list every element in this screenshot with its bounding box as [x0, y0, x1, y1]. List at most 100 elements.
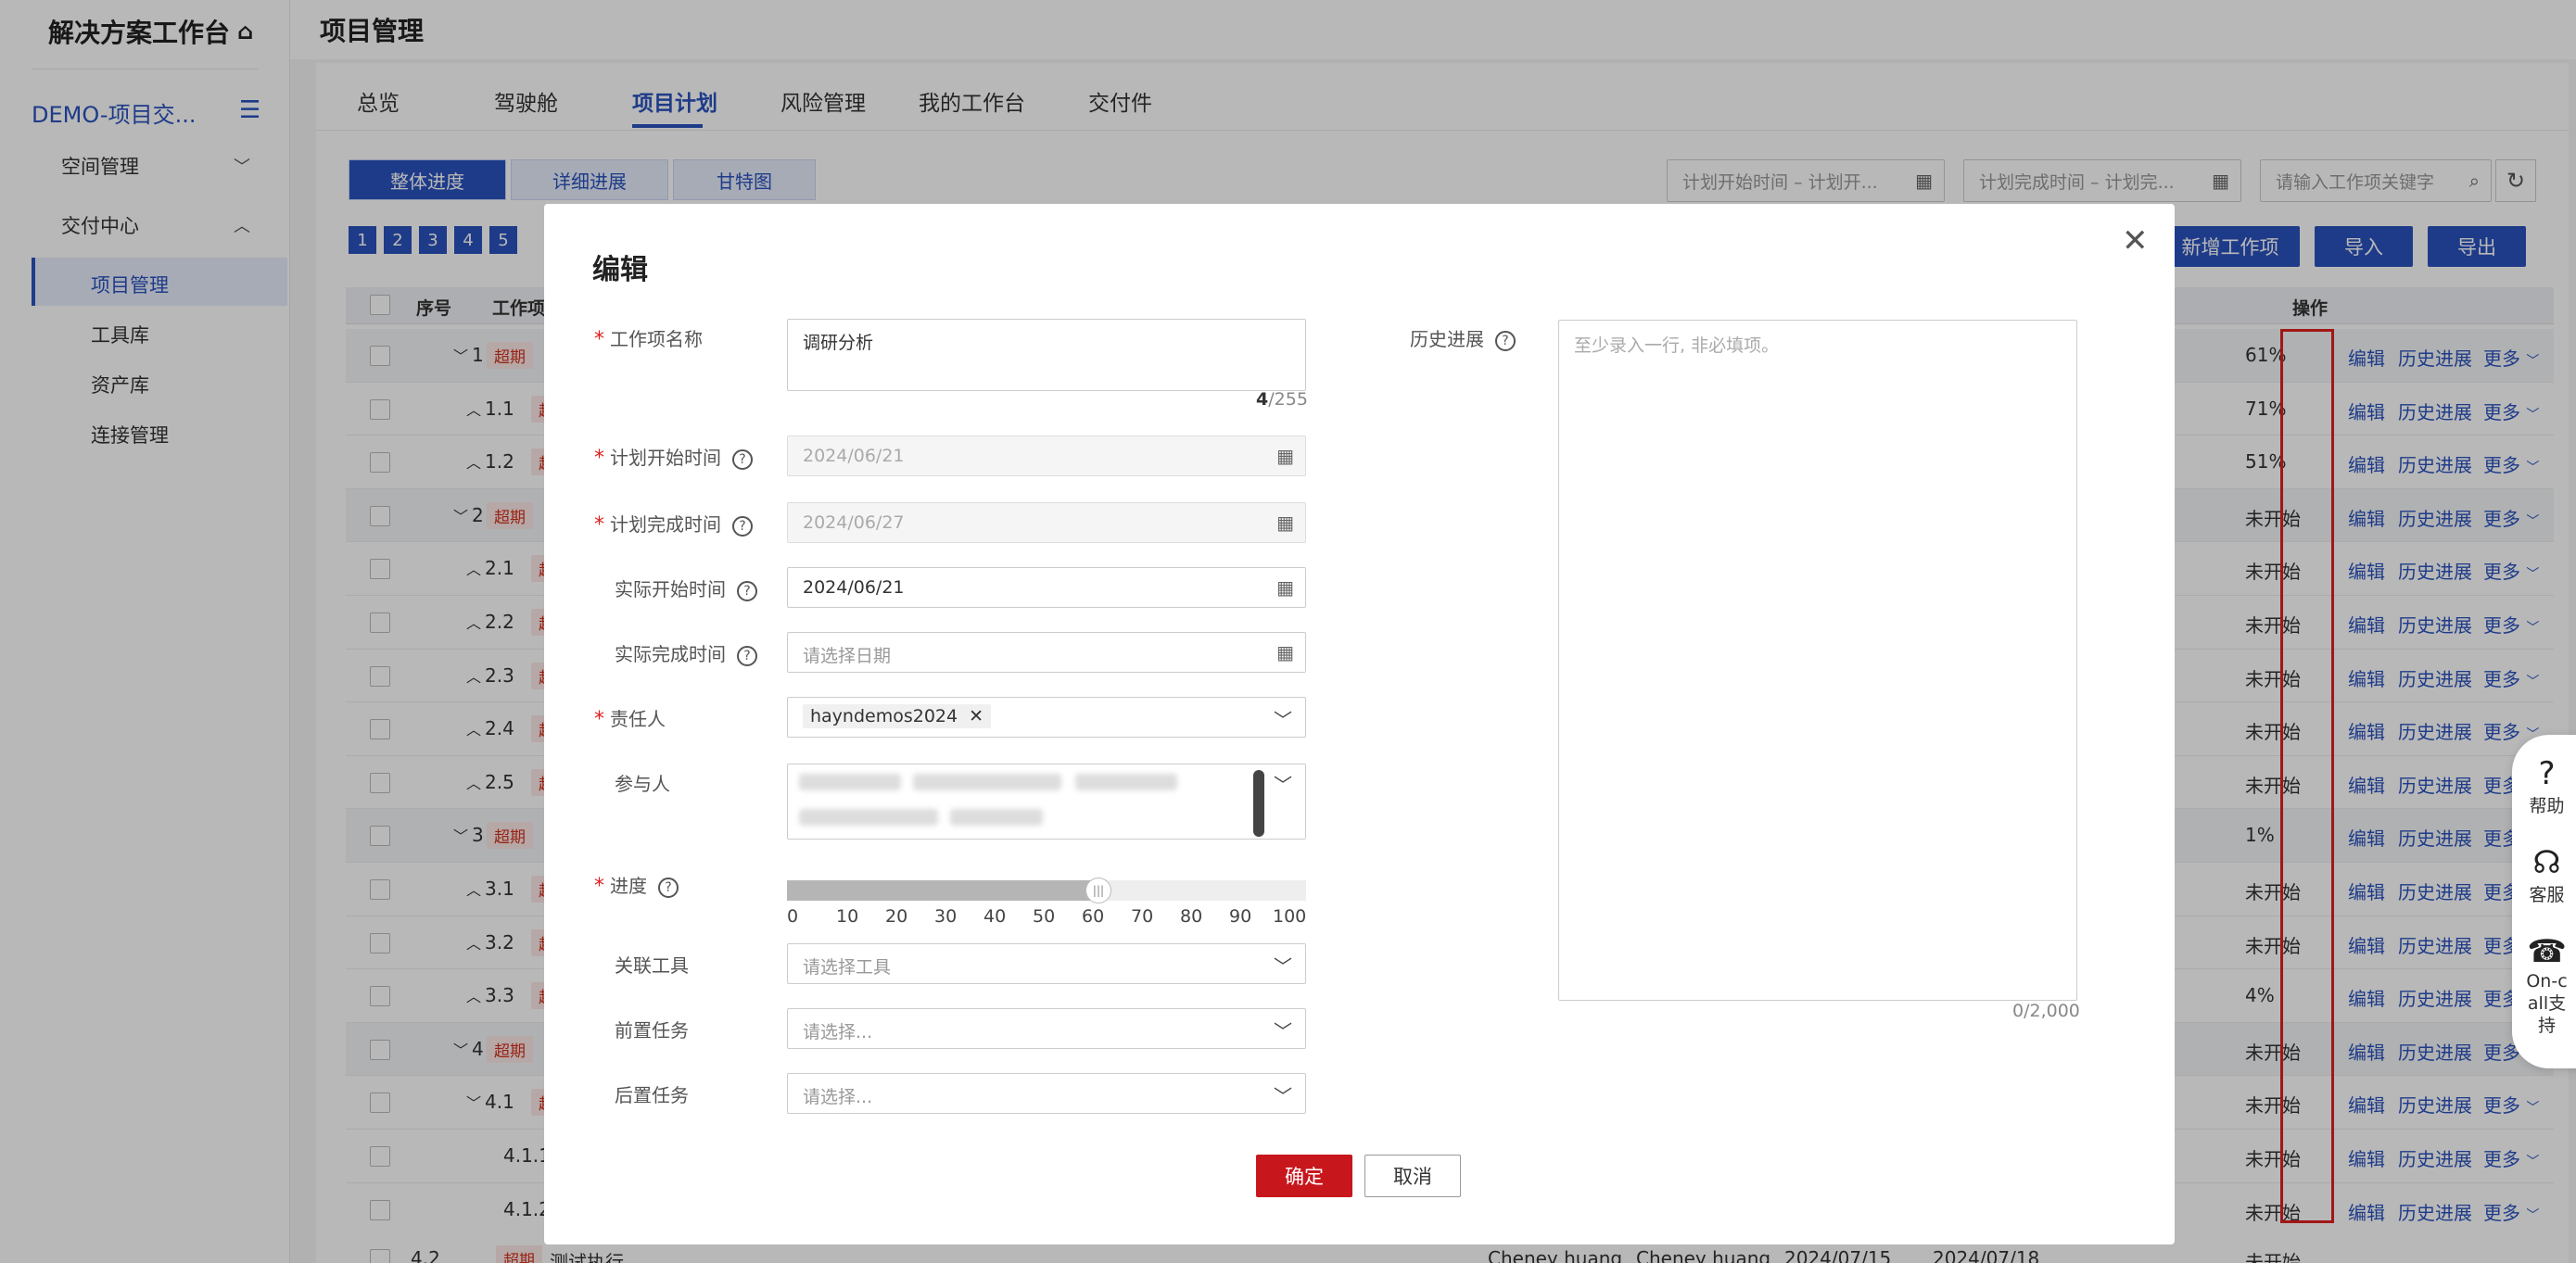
name-counter: 4/255	[1256, 389, 1308, 410]
calendar-icon: ▦	[1276, 445, 1294, 467]
pre-task-placeholder: 请选择...	[803, 1022, 873, 1042]
floating-help-panel: ? 帮助 ☊ 客服 ☎ On-call支持	[2512, 735, 2576, 1068]
tool-placeholder: 请选择工具	[803, 957, 892, 978]
owner-chip: hayndemos2024 ✕	[803, 704, 992, 728]
participant-chip	[1075, 774, 1177, 790]
service-button[interactable]: ☊ 客服	[2512, 844, 2576, 906]
owner-select[interactable]: hayndemos2024 ✕ ﹀	[787, 697, 1306, 738]
chevron-down-icon[interactable]: ﹀	[1274, 952, 1292, 979]
progress-tick: 80	[1180, 906, 1203, 927]
plan-start-input: 2024/06/21 ▦	[787, 436, 1306, 476]
progress-tick: 60	[1082, 906, 1105, 927]
question-icon: ?	[2538, 755, 2556, 792]
oncall-button[interactable]: ☎ On-call支持	[2512, 933, 2576, 1037]
required-mark: *	[594, 708, 604, 731]
help-icon[interactable]: ?	[737, 645, 757, 666]
plan-start-label: * 计划开始时间?	[594, 443, 753, 470]
name-input-value: 调研分析	[803, 333, 874, 353]
progress-fill	[787, 880, 1098, 901]
progress-tick: 90	[1229, 906, 1252, 927]
service-label: 客服	[2529, 885, 2565, 905]
owner-label-text: 责任人	[610, 708, 666, 730]
help-icon[interactable]: ?	[737, 580, 757, 601]
progress-label-text: 进度	[610, 875, 647, 897]
help-icon[interactable]: ?	[1495, 330, 1516, 351]
cancel-button[interactable]: 取消	[1364, 1155, 1461, 1197]
progress-tick: 0	[787, 906, 799, 927]
pre-task-select[interactable]: 请选择... ﹀	[787, 1008, 1306, 1049]
progress-slider[interactable]: |||	[787, 878, 1306, 903]
chevron-down-icon[interactable]: ﹀	[1274, 705, 1292, 732]
progress-tick: 100	[1273, 906, 1307, 927]
history-counter: 0/2,000	[2012, 1001, 2080, 1021]
help-button[interactable]: ? 帮助	[2512, 755, 2576, 817]
post-task-label: 后置任务	[615, 1084, 689, 1106]
required-mark: *	[594, 875, 604, 898]
history-label: 历史进展?	[1410, 324, 1516, 351]
calendar-icon[interactable]: ▦	[1276, 576, 1294, 599]
actual-start-label-text: 实际开始时间	[615, 578, 726, 600]
history-label-text: 历史进展	[1410, 328, 1484, 350]
chevron-down-icon[interactable]: ﹀	[1274, 1081, 1292, 1108]
required-mark: *	[594, 328, 604, 351]
chevron-down-icon[interactable]: ﹀	[1274, 770, 1292, 797]
required-mark: *	[594, 513, 604, 537]
participant-chip	[950, 809, 1043, 826]
calendar-icon: ▦	[1276, 512, 1294, 534]
pre-task-label: 前置任务	[615, 1019, 689, 1042]
owner-chip-label: hayndemos2024	[810, 706, 958, 726]
confirm-button[interactable]: 确定	[1256, 1155, 1352, 1197]
participant-chip	[799, 774, 901, 790]
oncall-label: On-call支持	[2526, 971, 2568, 1036]
close-icon[interactable]: ✕	[2122, 222, 2149, 259]
tool-select[interactable]: 请选择工具 ﹀	[787, 943, 1306, 984]
scrollbar[interactable]	[1253, 770, 1264, 837]
actual-end-placeholder: 请选择日期	[803, 646, 892, 666]
progress-label: * 进度?	[594, 871, 679, 898]
history-textarea[interactable]: 至少录入一行, 非必填项。	[1558, 320, 2077, 1001]
participants-label: 参与人	[615, 773, 670, 795]
actual-start-input[interactable]: 2024/06/21 ▦	[787, 567, 1306, 608]
chevron-down-icon[interactable]: ﹀	[1274, 1017, 1292, 1043]
name-label: * 工作项名称	[594, 324, 703, 351]
plan-start-value: 2024/06/21	[803, 446, 905, 466]
help-icon[interactable]: ?	[658, 877, 679, 898]
post-task-placeholder: 请选择...	[803, 1087, 873, 1107]
plan-end-input: 2024/06/27 ▦	[787, 502, 1306, 543]
progress-tick: 50	[1033, 906, 1056, 927]
progress-tick: 20	[885, 906, 908, 927]
actual-start-label: 实际开始时间?	[615, 575, 757, 601]
post-task-select[interactable]: 请选择... ﹀	[787, 1073, 1306, 1114]
actual-end-label: 实际完成时间?	[615, 639, 757, 666]
name-count: 4	[1256, 389, 1269, 410]
actual-start-value: 2024/06/21	[803, 577, 905, 598]
help-label: 帮助	[2529, 796, 2565, 816]
headset-icon: ☊	[2532, 844, 2561, 881]
name-label-text: 工作项名称	[610, 328, 703, 350]
actual-end-input[interactable]: 请选择日期 ▦	[787, 632, 1306, 673]
tool-label: 关联工具	[615, 954, 689, 977]
actual-end-label-text: 实际完成时间	[615, 643, 726, 665]
plan-end-value: 2024/06/27	[803, 512, 905, 533]
name-input[interactable]: 调研分析	[787, 319, 1306, 391]
remove-icon[interactable]: ✕	[969, 706, 983, 726]
progress-tick: 70	[1131, 906, 1154, 927]
name-max: /255	[1268, 389, 1308, 410]
participant-chip	[799, 809, 938, 826]
history-placeholder: 至少录入一行, 非必填项。	[1574, 335, 1780, 356]
progress-tick: 30	[934, 906, 958, 927]
progress-tick: 40	[983, 906, 1007, 927]
phone-icon: ☎	[2527, 933, 2567, 970]
help-icon[interactable]: ?	[732, 448, 753, 470]
help-icon[interactable]: ?	[732, 515, 753, 537]
calendar-icon[interactable]: ▦	[1276, 641, 1294, 663]
plan-end-label: * 计划完成时间?	[594, 510, 753, 537]
slider-handle[interactable]: |||	[1085, 878, 1111, 903]
participant-chip	[913, 774, 1061, 790]
plan-end-label-text: 计划完成时间	[610, 513, 721, 536]
dialog-title: 编辑	[592, 254, 648, 286]
required-mark: *	[594, 447, 604, 470]
owner-label: * 责任人	[594, 704, 666, 731]
participants-select[interactable]: ﹀	[787, 764, 1306, 840]
progress-tick: 10	[836, 906, 859, 927]
